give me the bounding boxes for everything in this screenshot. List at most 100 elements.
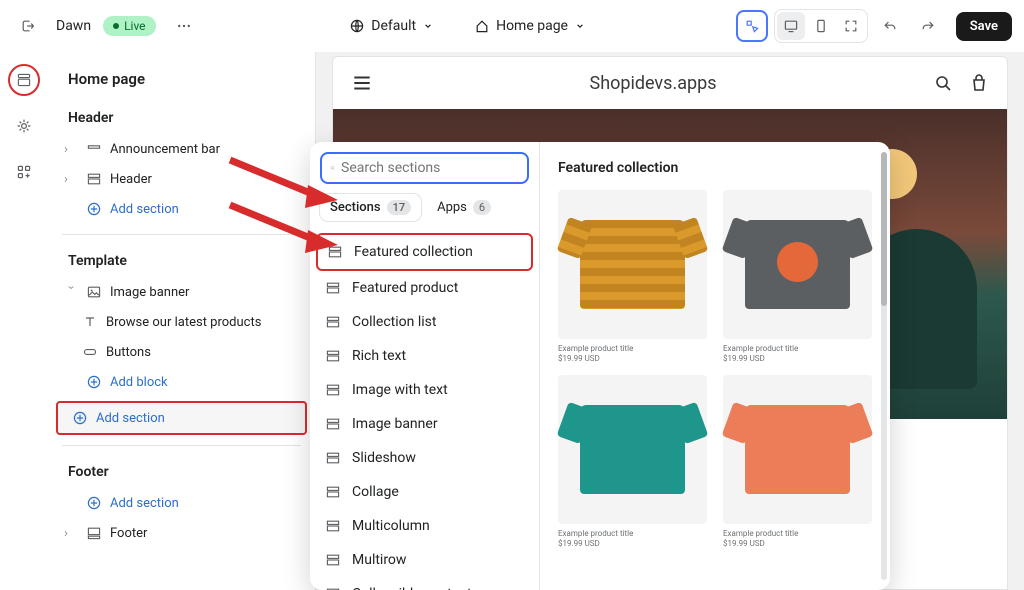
desktop-button[interactable] (777, 12, 805, 40)
chevron-down-icon (422, 18, 434, 34)
layout-icon (86, 171, 102, 187)
section-label: Image with text (352, 382, 448, 398)
site-header: Shopidevs.apps (333, 57, 1007, 109)
page-label: Home page (496, 18, 568, 34)
topbar: Dawn Live Default Home page (0, 0, 1024, 52)
sections-rail-button[interactable] (8, 64, 40, 96)
add-section-footer[interactable]: Add section (54, 488, 309, 518)
theme-name: Dawn (56, 18, 91, 34)
add-section-template[interactable]: Add section (56, 401, 307, 435)
sidebar-item-image-banner[interactable]: › Image banner (54, 277, 309, 307)
product-card: Example product title$19.99 USD (723, 190, 872, 365)
layout-icon (86, 525, 102, 541)
bag-icon[interactable] (969, 73, 989, 93)
tab-label: Sections (330, 200, 381, 215)
sidebar-item-header[interactable]: › Header (54, 164, 309, 194)
add-section-label: Add section (110, 202, 179, 217)
product-card: Example product title$19.99 USD (558, 375, 707, 550)
search-sections-input[interactable] (320, 152, 529, 184)
add-section-label: Add section (96, 411, 165, 426)
section-label: Collapsible content (352, 586, 472, 590)
section-option[interactable]: Collection list (316, 305, 533, 339)
section-icon (324, 313, 342, 331)
section-option[interactable]: Slideshow (316, 441, 533, 475)
section-option[interactable]: Featured collection (316, 233, 533, 271)
sidebar-item-label: Announcement bar (110, 142, 220, 157)
settings-rail-button[interactable] (8, 110, 40, 142)
hamburger-icon[interactable] (351, 72, 373, 94)
section-icon (324, 415, 342, 433)
image-icon (86, 284, 102, 300)
section-icon (324, 449, 342, 467)
product-card: Example product title$19.99 USD (723, 375, 872, 550)
sidebar-item-label: Image banner (110, 285, 189, 300)
section-label: Image banner (352, 416, 438, 432)
section-option[interactable]: Multirow (316, 543, 533, 577)
apps-rail-button[interactable] (8, 156, 40, 188)
sidebar-item-footer[interactable]: › Footer (54, 518, 309, 548)
exit-button[interactable] (12, 10, 44, 42)
preset-selector[interactable]: Default (339, 12, 444, 40)
section-icon (324, 279, 342, 297)
section-option[interactable]: Image banner (316, 407, 533, 441)
scrollbar[interactable] (881, 152, 887, 580)
tab-count: 6 (473, 200, 491, 215)
section-option[interactable]: Collage (316, 475, 533, 509)
layout-icon (86, 141, 102, 157)
product-card: Example product title$19.99 USD (558, 190, 707, 365)
sidebar-item-buttons-block[interactable]: Buttons (54, 337, 309, 367)
divider (62, 445, 301, 446)
section-icon (324, 517, 342, 535)
search-field[interactable] (341, 160, 519, 176)
sidebar-item-label: Buttons (106, 345, 151, 360)
sidebar-item-text-block[interactable]: Browse our latest products (54, 307, 309, 337)
add-block-button[interactable]: Add block (54, 367, 309, 397)
live-badge: Live (103, 16, 155, 36)
save-button[interactable]: Save (956, 12, 1012, 41)
tab-label: Apps (437, 200, 467, 215)
redo-button[interactable] (912, 10, 944, 42)
tab-apps[interactable]: Apps 6 (427, 194, 501, 221)
page-selector[interactable]: Home page (464, 12, 596, 40)
section-label: Rich text (352, 348, 406, 364)
plus-circle-icon (86, 374, 102, 390)
apps-icon (16, 164, 32, 180)
mobile-button[interactable] (807, 12, 835, 40)
dots-icon (176, 18, 192, 34)
header-group-label: Header (54, 102, 309, 134)
sidebar-item-label: Footer (110, 526, 147, 541)
tab-sections[interactable]: Sections 17 (320, 194, 421, 221)
section-option[interactable]: Multicolumn (316, 509, 533, 543)
product-image (558, 375, 707, 524)
redo-icon (920, 18, 936, 34)
section-label: Featured collection (354, 244, 473, 260)
search-icon[interactable] (933, 73, 953, 93)
preview-title: Featured collection (558, 160, 872, 176)
more-button[interactable] (168, 10, 200, 42)
save-label: Save (970, 19, 998, 34)
section-option[interactable]: Featured product (316, 271, 533, 305)
inspector-icon (744, 18, 760, 34)
product-meta: Example product title$19.99 USD (558, 529, 707, 550)
section-label: Slideshow (352, 450, 416, 466)
search-icon (330, 160, 335, 176)
template-group-label: Template (54, 245, 309, 277)
sidebar-item-announcement[interactable]: › Announcement bar (54, 134, 309, 164)
button-icon (82, 344, 98, 360)
section-option[interactable]: Image with text (316, 373, 533, 407)
add-section-popover: Sections 17 Apps 6 Featured collection Fe… (310, 142, 890, 590)
section-option[interactable]: Collapsible content (316, 577, 533, 590)
section-label: Multicolumn (352, 518, 430, 534)
undo-button[interactable] (874, 10, 906, 42)
add-section-header[interactable]: Add section (54, 194, 309, 224)
inspector-button[interactable] (736, 10, 768, 42)
store-title: Shopidevs.apps (590, 73, 717, 94)
product-image (723, 190, 872, 339)
chevron-right-icon: › (64, 172, 78, 187)
product-meta: Example product title$19.99 USD (558, 344, 707, 365)
section-option[interactable]: Rich text (316, 339, 533, 373)
fullscreen-button[interactable] (837, 12, 865, 40)
scroll-thumb[interactable] (881, 152, 887, 306)
section-label: Multirow (352, 552, 406, 568)
tab-count: 17 (387, 200, 412, 215)
